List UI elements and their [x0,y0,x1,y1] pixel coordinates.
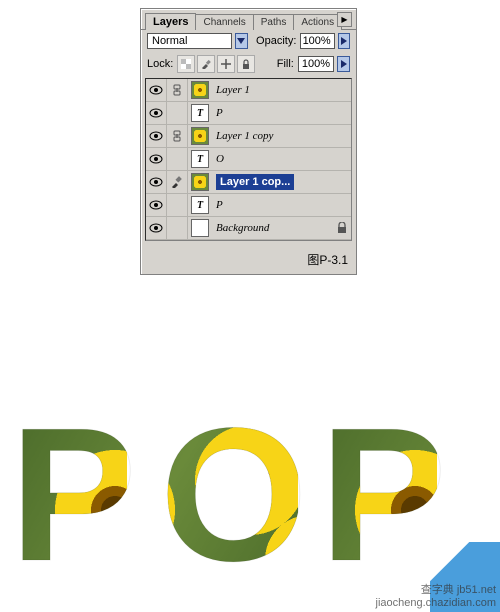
tab-channels[interactable]: Channels [195,14,253,30]
layers-panel: Layers Channels Paths Actions ▶ Normal O… [140,8,357,275]
layer-name[interactable]: Layer 1 [212,84,351,96]
menu-icon: ▶ [341,15,347,24]
panel-menu-button[interactable]: ▶ [337,12,352,27]
layer-thumbnail[interactable] [191,127,209,145]
eye-icon [149,154,163,164]
eye-icon [149,85,163,95]
slider-arrow-icon [341,60,347,68]
lock-transparency-button[interactable] [177,55,195,73]
visibility-toggle[interactable] [146,148,167,170]
move-plus-icon [221,59,231,69]
layer-row[interactable]: T O [146,148,351,171]
visibility-toggle[interactable] [146,171,167,193]
slider-arrow-icon [341,37,347,45]
pop-letter-p2-outline: P [320,400,437,590]
link-icon [172,130,182,142]
layer-thumbnail[interactable] [191,81,209,99]
tab-actions[interactable]: Actions [293,14,342,30]
visibility-toggle[interactable] [146,194,167,216]
pop-letter-p1-outline: P [10,400,127,590]
lock-icon [241,59,251,69]
opacity-slider-button[interactable] [338,33,350,49]
link-icon [172,84,182,96]
visibility-toggle[interactable] [146,79,167,101]
link-cell[interactable] [167,148,188,170]
layer-row[interactable]: Layer 1 [146,79,351,102]
layers-list: Layer 1 T P Layer 1 copy [145,78,352,241]
eye-icon [149,223,163,233]
link-cell[interactable] [167,79,188,101]
eye-icon [149,177,163,187]
text-layer-icon[interactable]: T [191,196,209,214]
layer-name[interactable]: Background [212,222,333,234]
blend-mode-select[interactable]: Normal [147,33,232,49]
link-cell[interactable] [167,125,188,147]
layer-thumbnail[interactable] [191,173,209,191]
lock-pixels-button[interactable] [197,55,215,73]
lock-options [177,55,255,73]
layer-row[interactable]: Layer 1 copy [146,125,351,148]
eye-icon [149,131,163,141]
watermark-text: 查字典 jb51.net jiaocheng.chazidian.com [376,584,496,610]
text-layer-icon[interactable]: T [191,104,209,122]
fill-field[interactable]: 100% [298,56,334,72]
layer-thumbnail[interactable] [191,219,209,237]
layer-row[interactable]: T P [146,194,351,217]
opacity-value: 100% [303,35,331,47]
lock-all-button[interactable] [237,55,255,73]
layer-name-text: Layer 1 cop... [216,174,294,190]
transparency-icon [181,59,191,69]
visibility-toggle[interactable] [146,102,167,124]
panel-tabs: Layers Channels Paths Actions ▶ [141,9,356,30]
watermark-line1: 查字典 jb51.net [376,584,496,597]
brush-small-icon [201,59,211,69]
watermark-line2: jiaocheng.chazidian.com [376,597,496,610]
layer-row[interactable]: T P [146,102,351,125]
layer-name[interactable]: P [212,199,351,211]
active-brush-cell[interactable] [167,171,188,193]
fill-value: 100% [302,58,330,70]
layer-row[interactable]: Background [146,217,351,240]
tab-layers[interactable]: Layers [145,13,196,30]
fill-label: Fill: [277,58,294,70]
text-layer-icon[interactable]: T [191,150,209,168]
link-cell[interactable] [167,194,188,216]
blend-mode-dropdown-button[interactable] [235,33,248,49]
link-cell[interactable] [167,102,188,124]
layer-name[interactable]: P [212,107,351,119]
visibility-toggle[interactable] [146,217,167,239]
brush-icon [171,176,183,188]
lock-fill-row: Lock: Fill: 100% [141,52,356,76]
fill-slider-button[interactable] [337,56,350,72]
lock-label: Lock: [147,58,173,70]
blend-opacity-row: Normal Opacity: 100% [141,30,356,52]
link-cell[interactable] [167,217,188,239]
lock-position-button[interactable] [217,55,235,73]
opacity-label: Opacity: [256,35,296,47]
layer-row[interactable]: Layer 1 cop... [146,171,351,194]
eye-icon [149,108,163,118]
panel-caption: 图P-3.1 [141,247,356,274]
layer-name[interactable]: Layer 1 copy [212,130,351,142]
visibility-toggle[interactable] [146,125,167,147]
layer-name[interactable]: O [212,153,351,165]
lock-icon [337,222,347,234]
eye-icon [149,200,163,210]
pop-preview: P O P P O P [10,400,490,600]
layer-lock-indicator [333,222,351,234]
pop-letter-o-outline: O [160,400,298,590]
chevron-down-icon [237,38,245,44]
tab-paths[interactable]: Paths [253,14,295,30]
blend-mode-value: Normal [152,35,187,47]
opacity-field[interactable]: 100% [300,33,334,49]
layer-name[interactable]: Layer 1 cop... [212,176,351,188]
